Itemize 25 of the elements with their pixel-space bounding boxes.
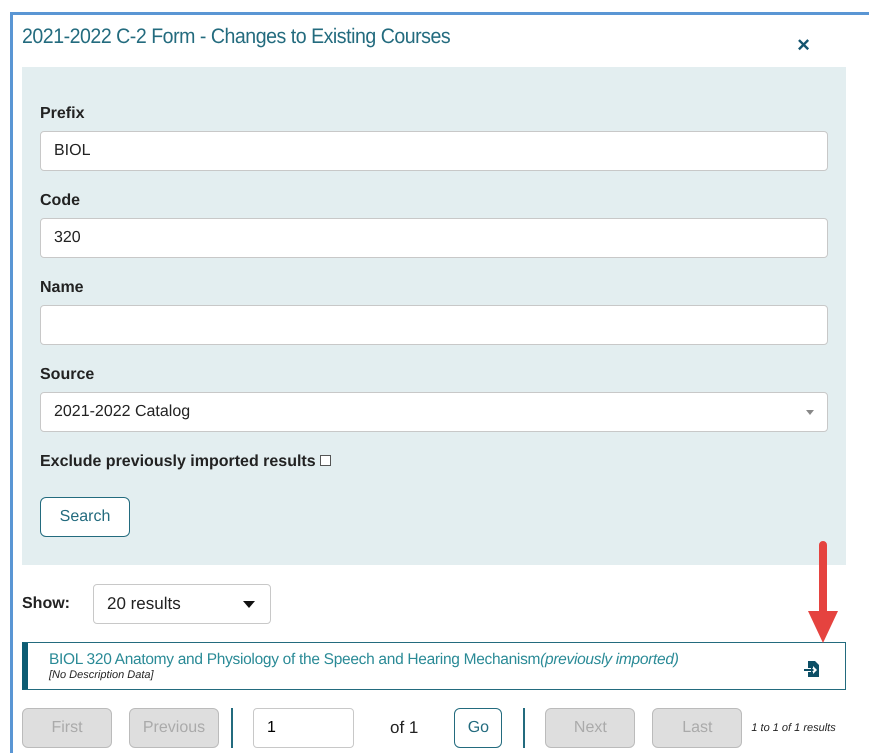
search-button[interactable]: Search (40, 497, 130, 537)
source-dropdown[interactable]: 2021-2022 Catalog (40, 392, 828, 432)
result-title: BIOL 320 Anatomy and Physiology of the Speech and Hearing Mechanism(previously imported) (49, 651, 680, 669)
dialog-title: 2021-2022 C-2 Form - Changes to Existing Courses (22, 25, 450, 49)
input-field[interactable] (40, 305, 828, 345)
field-label: Source (40, 366, 94, 384)
go-button[interactable]: Go (454, 708, 502, 748)
checkbox[interactable] (320, 455, 331, 466)
result-row[interactable]: BIOL 320 Anatomy and Physiology of the Speech and Hearing Mechanism(previously imported) [No Description Data] (22, 642, 846, 690)
checkbox-label: Exclude previously imported results (40, 453, 316, 471)
field-label: Prefix (40, 105, 84, 123)
page-input[interactable]: 1 (253, 708, 354, 748)
results-summary: 1 to 1 of 1 results (751, 722, 836, 734)
caret-icon (243, 600, 255, 608)
close-button[interactable]: × (797, 34, 810, 56)
show-label: Show: (22, 595, 70, 613)
input-field[interactable]: 320 (40, 218, 828, 258)
caret-icon (806, 410, 814, 414)
result-description: [No Description Data] (49, 669, 155, 681)
page-count: of 1 (390, 718, 418, 738)
results-dropdown[interactable]: 20 results (93, 584, 271, 624)
field-label: Name (40, 279, 84, 297)
field-label: Code (40, 192, 80, 210)
import-icon[interactable] (803, 660, 821, 678)
input-field[interactable]: BIOL (40, 131, 828, 171)
